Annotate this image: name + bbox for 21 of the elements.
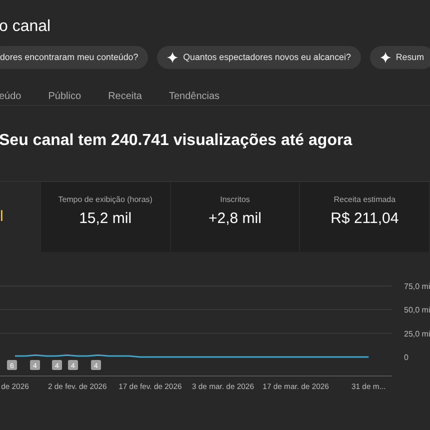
suggestion-chip[interactable]: Quantos espectadores novos eu alcancei? [157,46,361,69]
tab[interactable]: Público [48,86,82,106]
metric-card[interactable]: Tempo de exibição (horas) 15,2 mil [41,182,171,252]
metric-label: Inscritos [220,194,250,206]
metric-label: Tempo de exibição (horas) [58,194,152,206]
metric-card[interactable]: Inscritos +2,8 mil [170,182,300,252]
y-tick-label: 25,0 mi [404,329,430,338]
metric-card[interactable]: Receita estimada R$ 211,04 [300,182,430,252]
metric-label: Receita estimada [334,194,396,206]
page-title: o canal [0,17,52,37]
tab[interactable]: Receita [108,86,142,106]
suggestion-chip[interactable]: Resum [370,46,430,69]
y-tick-label: 0 [404,353,408,362]
tab[interactable]: Tendências [168,86,220,106]
metric-value: R$ 211,04 [330,209,399,229]
y-tick-label: 75,0 mi [404,282,430,291]
y-tick-label: 50,0 mi [404,306,430,315]
metric-value: +2,8 mil [208,209,262,229]
suggestion-chip[interactable]: dores encontraram meu conteúdo? [0,46,148,69]
metric-value: l [0,207,4,227]
metric-value: 15,2 mil [79,209,132,229]
